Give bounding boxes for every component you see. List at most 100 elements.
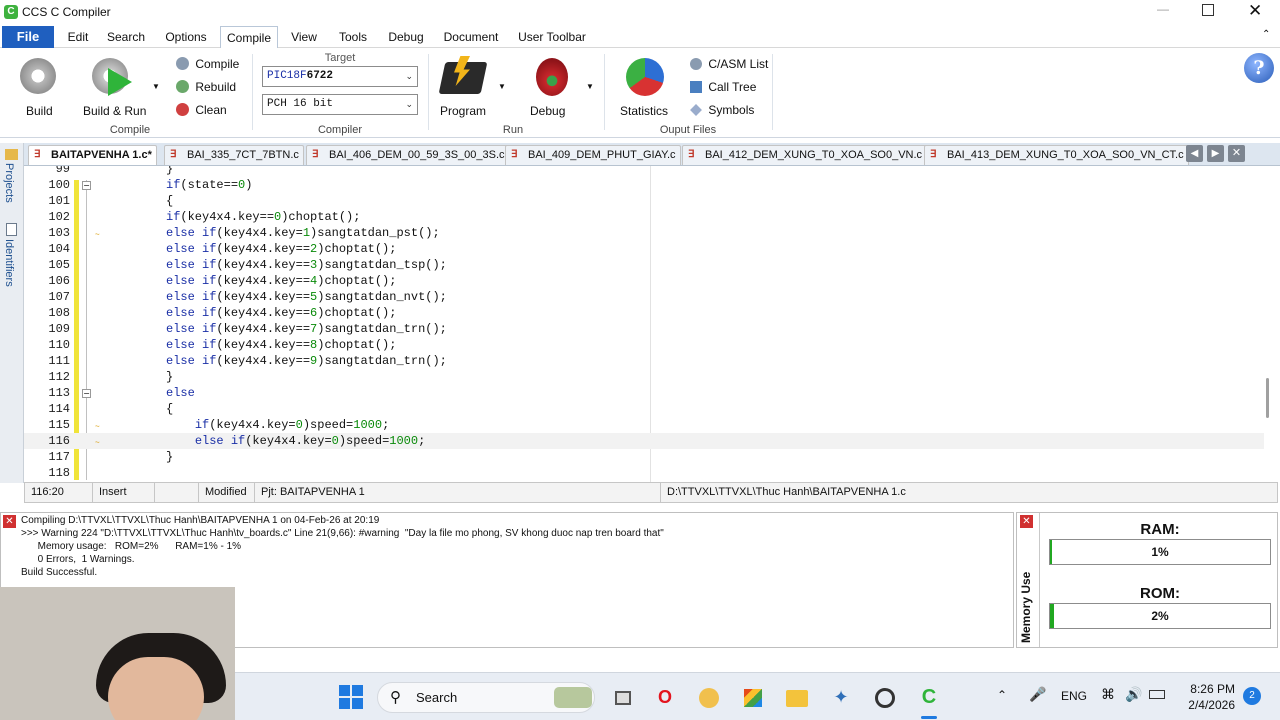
menu-compile[interactable]: Compile [220,26,278,48]
code-line[interactable]: 104 else if(key4x4.key==2)choptat(); [24,241,1264,257]
code-line[interactable]: 107 else if(key4x4.key==5)sangtatdan_nvt(… [24,289,1264,305]
code-editor[interactable]: 99} 100 if(state==0) 101{102 if(key4x4.key==… [24,166,1278,482]
program-button[interactable]: ▼ Program [436,52,508,122]
code-line[interactable]: 106 else if(key4x4.key==4)choptat(); [24,273,1264,289]
file-tab[interactable]: ∃ BAITAPVENHA 1.c* [28,145,157,165]
file-explorer-icon[interactable] [785,685,809,709]
code-line[interactable]: 115 if(key4x4.key=0)speed=1000; [24,417,1264,433]
code-text: } [166,370,174,384]
menu-search[interactable]: Search [104,26,148,48]
clock-date[interactable]: 2/4/2026 [1177,698,1235,712]
c-file-icon: ∃ [170,149,177,160]
code-line[interactable]: 105 else if(key4x4.key==3)sangtatdan_tsp(… [24,257,1264,273]
clock-time[interactable]: 8:26 PM [1185,682,1235,696]
code-line[interactable]: 102 if(key4x4.key==0)choptat(); [24,209,1264,225]
menu-view[interactable]: View [286,26,322,48]
chevron-up-icon[interactable]: ⌃ [997,688,1007,702]
program-dropdown-icon[interactable]: ▼ [498,82,506,91]
line-number: 112 [48,370,70,384]
minimize-icon[interactable]: — [1156,2,1170,16]
proteus-icon[interactable]: ✦ [829,685,853,709]
file-tab[interactable]: ∃ BAI_335_7CT_7BTN.c [164,145,304,165]
tab-scroll-right-icon[interactable]: ▶ [1207,145,1224,162]
sidebar-tab-projects[interactable]: Projects [3,163,15,203]
collapse-ribbon-icon[interactable]: ⌃ [1262,29,1270,40]
code-line[interactable]: 103 else if(key4x4.key=1)sangtatdan_pst()… [24,225,1264,241]
menu-user-toolbar[interactable]: User Toolbar [514,26,590,48]
windows-start-icon[interactable] [339,685,363,709]
language-indicator[interactable]: ENG [1061,689,1087,703]
line-number: 109 [48,322,70,336]
close-icon[interactable]: ✕ [1248,1,1262,21]
tab-close-icon[interactable]: ✕ [1228,145,1245,162]
scrollbar-thumb[interactable] [1266,378,1269,418]
debug-dropdown-icon[interactable]: ▼ [586,82,594,91]
app-character-icon[interactable] [697,685,721,709]
code-line[interactable]: 114 { [24,401,1264,417]
chrome-icon[interactable] [873,685,897,709]
file-tab[interactable]: ∃ BAI_412_DEM_XUNG_T0_XOA_SO0_VN.c [682,145,928,165]
statistics-button[interactable]: Statistics [618,52,674,122]
line-number: 113 [48,386,70,400]
code-line[interactable]: 118 [24,465,1264,481]
target-select[interactable]: PIC18F6722 ⌄ [262,66,418,87]
call-tree-button[interactable]: Call Tree [690,79,756,94]
compile-button[interactable]: Compile [176,56,239,71]
build-run-button[interactable]: ▼ Build & Run [80,52,164,122]
code-line[interactable]: 109 else if(key4x4.key==7)sangtatdan_trn(… [24,321,1264,337]
code-line[interactable]: 99} [24,166,1264,177]
symbols-button[interactable]: Symbols [690,102,754,117]
menu-file[interactable]: File [2,26,54,48]
code-line[interactable]: 116 else if(key4x4.key=0)speed=1000; [24,433,1264,449]
casm-list-button[interactable]: C/ASM List [690,56,768,71]
compiler-select[interactable]: PCH 16 bit ⌄ [262,94,418,115]
sidebar-tab-identifiers[interactable]: Identifiers [3,239,15,287]
menu-tools[interactable]: Tools [332,26,374,48]
compiler-value: PCH 16 bit [267,98,334,110]
code-line[interactable]: 112} [24,369,1264,385]
code-line[interactable]: 117} [24,449,1264,465]
file-tab[interactable]: ∃ BAI_406_DEM_00_59_3S_00_3S.c [306,145,510,165]
ccs-compiler-icon[interactable]: C [917,685,941,709]
build-button[interactable]: Build [16,52,62,122]
task-view-icon[interactable] [611,685,635,709]
file-tab[interactable]: ∃ BAI_413_DEM_XUNG_T0_XOA_SO0_VN_CT.c [924,145,1189,165]
output-line: Memory usage: ROM=2% RAM=1% - 1% [21,541,242,552]
menu-options[interactable]: Options [160,26,212,48]
code-text: else if(key4x4.key==3)sangtatdan_tsp(); [166,258,447,272]
rebuild-button[interactable]: Rebuild [176,79,236,94]
fold-marker-icon[interactable]: − [82,389,91,398]
volume-icon[interactable]: 🔊 [1125,686,1142,703]
cursor-position: 116:20 [25,483,93,502]
code-line[interactable]: 110 else if(key4x4.key==8)choptat(); [24,337,1264,353]
memory-panel: ✕ Memory Use RAM: 1% ROM: 2% [1016,512,1278,648]
clean-button[interactable]: Clean [176,102,227,117]
notification-badge[interactable]: 2 [1243,687,1261,705]
battery-icon[interactable] [1149,690,1165,699]
code-line[interactable]: 108 else if(key4x4.key==6)choptat(); [24,305,1264,321]
wifi-icon[interactable]: ⌘ [1101,686,1115,703]
build-run-dropdown-icon[interactable]: ▼ [152,82,160,91]
line-number: 105 [48,258,70,272]
debug-button[interactable]: ▼ Debug [526,52,596,122]
menu-document[interactable]: Document [438,26,504,48]
line-number: 118 [48,466,70,480]
fold-marker-icon[interactable]: − [82,181,91,190]
opera-icon[interactable]: O [653,685,677,709]
code-text: else if(key4x4.key==5)sangtatdan_nvt(); [166,290,447,304]
code-line[interactable]: 111 else if(key4x4.key==9)sangtatdan_trn(… [24,353,1264,369]
taskbar-search[interactable]: ⚲ Search [377,682,595,713]
code-line[interactable]: 113 else [24,385,1264,401]
tab-scroll-left-icon[interactable]: ◀ [1186,145,1203,162]
code-line[interactable]: 100 if(state==0) [24,177,1264,193]
microphone-icon[interactable]: 🎤 [1029,686,1046,703]
maximize-icon[interactable] [1202,4,1214,16]
close-output-icon[interactable]: ✕ [3,515,16,528]
paint-icon[interactable] [741,685,765,709]
menu-debug[interactable]: Debug [384,26,428,48]
menu-edit[interactable]: Edit [60,26,96,48]
code-line[interactable]: 101 { [24,193,1264,209]
close-memory-icon[interactable]: ✕ [1020,515,1033,528]
file-tab[interactable]: ∃ BAI_409_DEM_PHUT_GIAY.c [505,145,681,165]
help-icon[interactable]: ? [1244,53,1274,83]
